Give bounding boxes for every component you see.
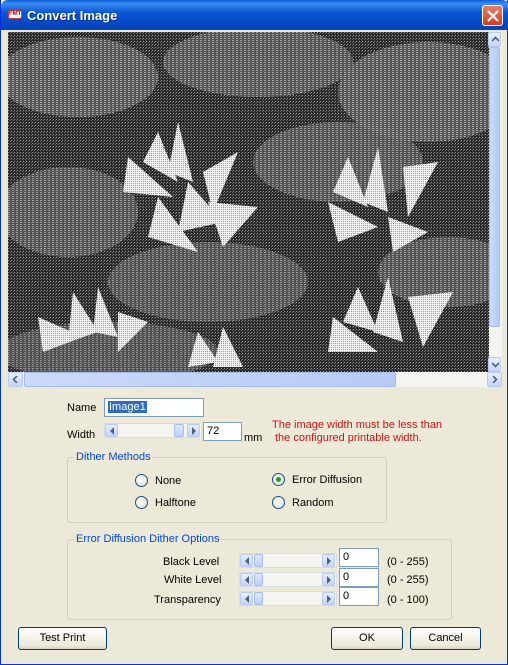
transparency-range: (0 - 100)	[387, 594, 429, 606]
chevron-right-icon	[192, 427, 196, 435]
scroll-down-button[interactable]	[488, 357, 501, 372]
black-level-range: (0 - 255)	[387, 556, 429, 568]
chevron-up-icon	[492, 36, 499, 42]
radio-none[interactable]	[135, 474, 148, 487]
chevron-left-icon	[245, 595, 249, 603]
chevron-left-icon	[245, 557, 249, 565]
black-level-slider[interactable]	[239, 553, 337, 568]
radio-random-label[interactable]: Random	[292, 497, 334, 509]
dithered-water-lily-image	[8, 32, 502, 372]
width-decrease-button[interactable]	[105, 424, 118, 437]
chevron-left-icon	[110, 427, 114, 435]
error-diffusion-options-group: Error Diffusion Dither Options Black Lev…	[67, 533, 452, 620]
radio-halftone-label[interactable]: Halftone	[155, 497, 196, 509]
name-label: Name	[67, 402, 97, 414]
chevron-left-icon	[245, 576, 249, 584]
chevron-down-icon	[492, 362, 499, 368]
chevron-right-icon	[492, 376, 498, 383]
white-level-label: White Level	[164, 574, 222, 586]
image-preview	[8, 32, 502, 372]
chevron-right-icon	[327, 595, 331, 603]
dialog-body: Name Image1 Width 72 mm The image width …	[5, 30, 505, 661]
black-level-input[interactable]: 0	[339, 548, 379, 567]
radio-none-label[interactable]: None	[155, 475, 181, 487]
name-input-value: Image1	[108, 401, 147, 413]
error-diffusion-options-title: Error Diffusion Dither Options	[74, 533, 222, 545]
white-level-input[interactable]: 0	[339, 568, 379, 587]
title-bar[interactable]: FMT Convert Image	[1, 0, 508, 30]
white-level-decrease-button[interactable]	[240, 573, 253, 586]
white-level-range: (0 - 255)	[387, 574, 429, 586]
black-level-slider-thumb[interactable]	[254, 554, 263, 567]
scroll-right-button[interactable]	[487, 372, 502, 387]
radio-halftone[interactable]	[135, 496, 148, 509]
radio-random[interactable]	[272, 496, 285, 509]
vertical-scroll-thumb[interactable]	[489, 47, 500, 327]
test-print-button[interactable]: Test Print	[18, 627, 107, 650]
width-increase-button[interactable]	[187, 424, 200, 437]
white-level-increase-button[interactable]	[322, 573, 335, 586]
convert-image-dialog: FMT Convert Image Name Image1 Width 72 m…	[0, 0, 508, 665]
black-level-decrease-button[interactable]	[240, 554, 253, 567]
width-unit: mm	[244, 432, 263, 444]
transparency-label: Transparency	[154, 594, 221, 606]
chevron-right-icon	[327, 557, 331, 565]
transparency-decrease-button[interactable]	[240, 592, 253, 605]
horizontal-scrollbar[interactable]	[8, 372, 502, 387]
transparency-input[interactable]: 0	[339, 587, 379, 606]
width-input[interactable]: 72	[203, 422, 242, 441]
close-button[interactable]	[482, 5, 503, 26]
transparency-slider-thumb[interactable]	[254, 592, 263, 605]
width-warning-line-1: The image width must be less than	[272, 419, 442, 431]
black-level-increase-button[interactable]	[322, 554, 335, 567]
transparency-increase-button[interactable]	[322, 592, 335, 605]
horizontal-scroll-thumb[interactable]	[24, 372, 396, 387]
width-warning-line-2: the configured printable width.	[275, 432, 422, 444]
cancel-button[interactable]: Cancel	[410, 627, 481, 650]
chevron-right-icon	[327, 576, 331, 584]
transparency-slider[interactable]	[239, 591, 337, 606]
width-slider[interactable]	[104, 423, 202, 438]
dither-methods-title: Dither Methods	[74, 451, 153, 463]
name-input[interactable]: Image1	[104, 398, 204, 417]
width-slider-thumb[interactable]	[174, 424, 184, 437]
window-title: Convert Image	[27, 8, 118, 23]
dither-methods-group: Dither Methods None Error Diffusion Half…	[67, 451, 387, 523]
white-level-slider-thumb[interactable]	[254, 573, 263, 586]
scroll-left-button[interactable]	[8, 372, 23, 387]
black-level-label: Black Level	[163, 556, 220, 568]
radio-error-diffusion[interactable]	[272, 473, 285, 486]
scroll-up-button[interactable]	[488, 32, 501, 47]
vertical-scrollbar[interactable]	[488, 32, 502, 372]
app-icon: FMT	[8, 10, 22, 19]
white-level-slider[interactable]	[239, 572, 337, 587]
chevron-left-icon	[12, 376, 18, 383]
width-label: Width	[67, 429, 96, 441]
radio-error-diffusion-label[interactable]: Error Diffusion	[292, 474, 362, 486]
ok-button[interactable]: OK	[331, 627, 403, 650]
close-icon	[487, 10, 499, 22]
